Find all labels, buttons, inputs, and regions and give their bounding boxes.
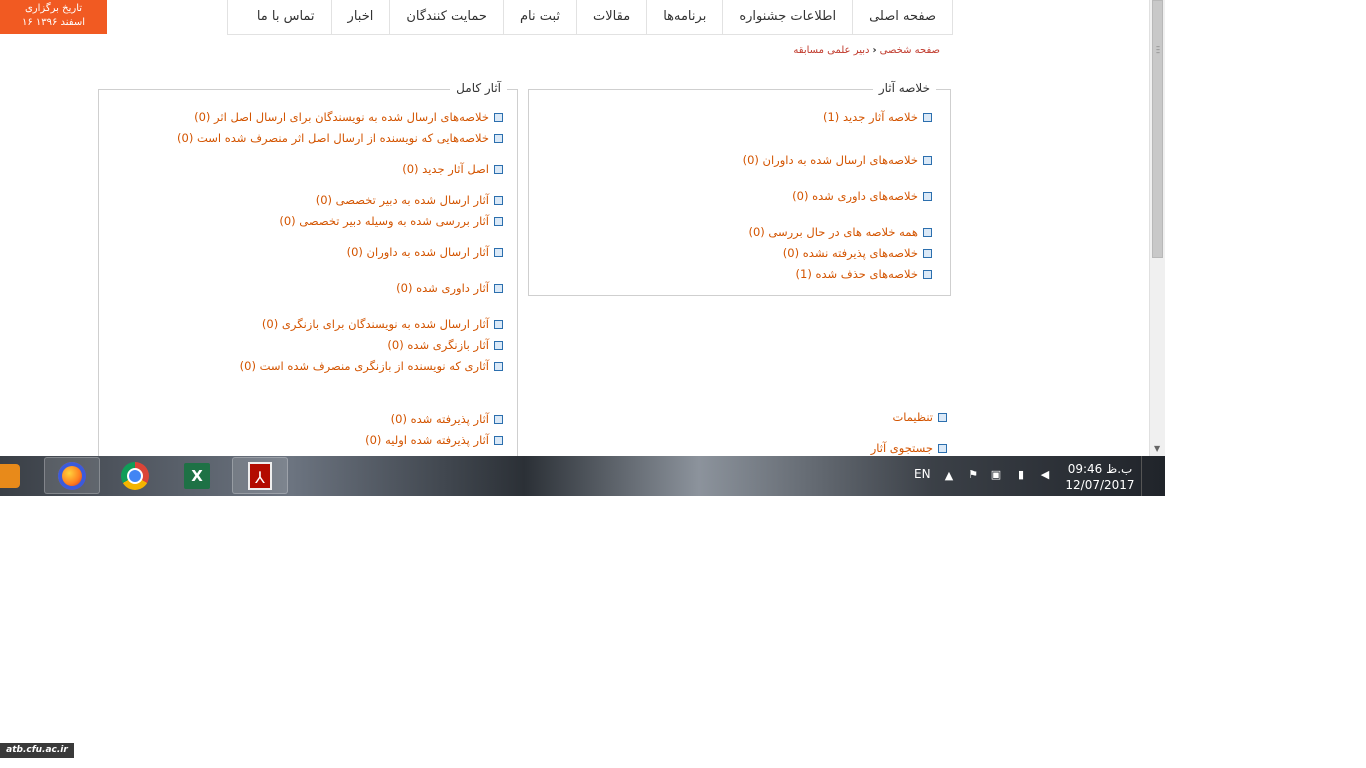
link-icon (494, 415, 503, 424)
nav-news[interactable]: اخبار (330, 0, 390, 34)
show-desktop-button[interactable] (1141, 456, 1165, 496)
grip-icon: – – – (1156, 42, 1160, 57)
link-icon (494, 284, 503, 293)
link-icon (494, 248, 503, 257)
event-date-label: تاریخ برگزاری (24, 3, 83, 14)
link-icon (494, 113, 503, 122)
full-link-11[interactable]: آثار پذیرفته شده اولیه (0) (365, 433, 503, 447)
full-link-5[interactable]: آثار ارسال شده به داوران (0) (347, 245, 503, 259)
link-icon (494, 196, 503, 205)
show-hidden-icons-icon[interactable]: ▲ (943, 470, 955, 482)
full-link-10[interactable]: آثار پذیرفته شده (0) (391, 412, 503, 426)
clock-date: 12/07/2017 (1065, 478, 1135, 492)
full-link-0[interactable]: خلاصه‌های ارسال شده به نویسندگان برای ار… (194, 110, 503, 124)
full-link-3[interactable]: آثار ارسال شده به دبیر تخصصی (0) (316, 193, 503, 207)
web-page: تاریخ برگزاری ۱۶ اسفند ۱۳۹۶ صفحه اصلی اط… (0, 0, 1149, 456)
action-center-flag-icon[interactable]: ⚑ (967, 469, 979, 481)
full-link-2[interactable]: اصل آثار جدید (0) (402, 162, 503, 176)
breadcrumb: صفحه شخصی‹دبیر علمی مسابقه (793, 45, 940, 56)
link-icon (923, 228, 932, 237)
full-link-7[interactable]: آثار ارسال شده به نویسندگان برای بازنگری… (262, 317, 503, 331)
taskbar-acrobat[interactable]: ⅄ (232, 457, 288, 494)
summary-link-sent-referees[interactable]: خلاصه‌های ارسال شده به داوران (0) (743, 153, 932, 167)
nav-articles[interactable]: مقالات (576, 0, 646, 34)
event-date-value: ۱۶ اسفند ۱۳۹۶ (21, 17, 86, 28)
full-works-title: آثار کامل (450, 81, 507, 95)
breadcrumb-current[interactable]: دبیر علمی مسابقه (793, 45, 869, 56)
link-icon (494, 341, 503, 350)
link-icon (494, 436, 503, 445)
taskbar-chrome[interactable] (107, 457, 163, 494)
link-icon (923, 270, 932, 279)
link-icon (494, 134, 503, 143)
page-scrollbar[interactable]: – – – ▼ (1149, 0, 1165, 456)
link-icon (494, 217, 503, 226)
summary-works-title: خلاصه آثار (872, 81, 936, 95)
media-player-icon[interactable] (0, 464, 20, 488)
link-icon (923, 192, 932, 201)
taskbar-clock[interactable]: 09:46 ب.ظ 12/07/2017 (1060, 461, 1140, 493)
link-icon (923, 249, 932, 258)
link-icon (494, 320, 503, 329)
volume-icon[interactable]: ◀ (1039, 469, 1051, 481)
windows-taskbar: X ⅄ EN ▲ ⚑ ▣ ▮ ◀ 09:46 ب.ظ 12/07/2017 (0, 456, 1165, 496)
event-date-badge: تاریخ برگزاری ۱۶ اسفند ۱۳۹۶ (0, 0, 107, 34)
full-link-9[interactable]: آثاری که نویسنده از بازنگری منصرف شده اس… (240, 359, 503, 373)
firefox-icon (58, 461, 86, 490)
taskbar-excel[interactable]: X (169, 457, 225, 494)
chrome-icon (121, 461, 149, 490)
full-link-8[interactable]: آثار بازنگری شده (0) (387, 338, 503, 352)
summary-link-in-review[interactable]: همه خلاصه های در حال بررسی (0) (748, 225, 932, 239)
taskbar-firefox[interactable] (44, 457, 100, 494)
excel-icon: X (184, 462, 210, 489)
settings-link[interactable]: تنظیمات (892, 410, 947, 424)
full-link-4[interactable]: آثار بررسی شده به وسیله دبیر تخصصی (0) (279, 214, 503, 228)
nav-programs[interactable]: برنامه‌ها (646, 0, 722, 34)
network-signal-icon[interactable]: ▮ (1015, 469, 1027, 481)
full-link-6[interactable]: آثار داوری شده (0) (396, 281, 503, 295)
scroll-down-arrow-icon[interactable]: ▼ (1154, 444, 1160, 453)
full-link-1[interactable]: خلاصه‌هایی که نویسنده از ارسال اصل اثر م… (177, 131, 503, 145)
summary-link-rejected[interactable]: خلاصه‌های پذیرفته نشده (0) (783, 246, 932, 260)
summary-link-deleted[interactable]: خلاصه‌های حذف شده (1) (795, 267, 932, 281)
watermark: atb.cfu.ac.ir (0, 743, 74, 758)
language-indicator[interactable]: EN (914, 456, 931, 496)
link-icon (923, 156, 932, 165)
link-icon (938, 444, 947, 453)
chevron-left-icon: ‹ (872, 45, 877, 56)
search-works-link[interactable]: جستجوی آثار (871, 441, 947, 455)
summary-link-refereed[interactable]: خلاصه‌های داوری شده (0) (792, 189, 932, 203)
clock-time: 09:46 ب.ظ (1067, 462, 1133, 476)
breadcrumb-home[interactable]: صفحه شخصی (880, 45, 940, 56)
scrollbar-thumb[interactable]: – – – (1152, 0, 1163, 258)
summary-link-new[interactable]: خلاصه آثار جدید (1) (823, 110, 932, 124)
nav-register[interactable]: ثبت نام (502, 0, 576, 34)
link-icon (494, 362, 503, 371)
full-works-box: آثار کامل خلاصه‌های ارسال شده به نویسندگ… (98, 81, 518, 456)
main-nav: صفحه اصلی اطلاعات جشنواره برنامه‌ها مقال… (227, 0, 953, 35)
nav-sponsors[interactable]: حمایت کنندگان (389, 0, 503, 34)
link-icon (938, 413, 947, 422)
power-icon[interactable]: ▣ (990, 469, 1002, 481)
acrobat-icon: ⅄ (248, 461, 272, 490)
link-icon (923, 113, 932, 122)
nav-festival-info[interactable]: اطلاعات جشنواره (722, 0, 852, 34)
screen: تاریخ برگزاری ۱۶ اسفند ۱۳۹۶ صفحه اصلی اط… (0, 0, 1165, 496)
link-icon (494, 165, 503, 174)
summary-works-box: خلاصه آثار خلاصه آثار جدید (1) خلاصه‌های… (528, 81, 951, 296)
nav-home[interactable]: صفحه اصلی (852, 0, 952, 34)
nav-contact[interactable]: تماس با ما (241, 0, 331, 34)
